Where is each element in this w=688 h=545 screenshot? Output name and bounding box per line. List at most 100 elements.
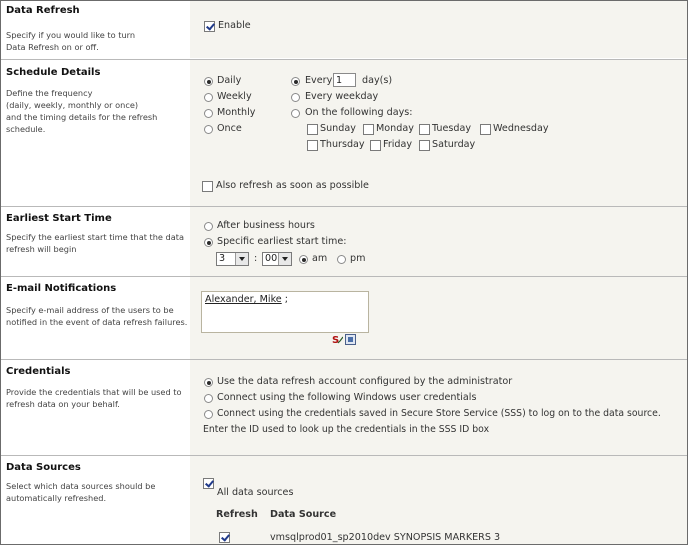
every-weekday-radio[interactable] — [291, 93, 300, 102]
email-desc-1: Specify e-mail address of the users to b… — [6, 305, 174, 315]
after-hours-radio[interactable] — [204, 222, 213, 231]
frequency-daily-radio[interactable] — [204, 77, 213, 86]
data-refresh-desc-2: Data Refresh on or off. — [6, 42, 99, 52]
schedule-desc-2: (daily, weekly, monthly or once) — [6, 100, 139, 110]
data-refresh-controls: Enable — [190, 1, 687, 58]
schedule-desc-1: Define the frequency — [6, 88, 93, 98]
frequency-monthly-label: Monthly — [217, 107, 256, 118]
minute-chevron-down-icon — [278, 253, 291, 265]
refresh-column-header: Refresh — [216, 509, 258, 520]
section-data-refresh: Data Refresh Specify if you would like t… — [1, 1, 687, 58]
tuesday-label: Tuesday — [432, 123, 472, 134]
enable-checkbox[interactable] — [204, 21, 215, 32]
credential-admin-account-label: Use the data refresh account configured … — [217, 376, 513, 387]
saturday-checkbox[interactable] — [419, 140, 430, 151]
specific-time-label: Specific earliest start time: — [217, 236, 347, 247]
minute-select[interactable]: 00 — [262, 252, 292, 266]
schedule-desc-3: and the timing details for the refresh — [6, 112, 158, 122]
credentials-controls: Use the data refresh account configured … — [190, 360, 687, 455]
credential-sss-radio[interactable] — [204, 410, 213, 419]
schedule-controls: Daily Weekly Monthly Once Every 1 day(s)… — [190, 60, 687, 206]
time-colon: : — [254, 253, 258, 264]
data-sources-title: Data Sources — [6, 462, 81, 473]
every-weekday-label: Every weekday — [305, 91, 379, 102]
section-schedule-details: Schedule Details Define the frequency (d… — [1, 59, 687, 206]
browse-address-book-icon[interactable] — [345, 334, 356, 345]
credentials-desc-2: refresh data on your behalf. — [6, 399, 120, 409]
email-desc-2: notified in the event of data refresh fa… — [6, 317, 188, 327]
monday-checkbox[interactable] — [363, 124, 374, 135]
specific-time-radio[interactable] — [204, 238, 213, 247]
people-picker-input[interactable]: Alexander, Mike ; — [201, 291, 369, 333]
credential-windows-user-label: Connect using the following Windows user… — [217, 392, 477, 403]
data-sources-info: Data Sources Select which data sources s… — [1, 456, 190, 544]
pm-label: pm — [350, 253, 366, 264]
schedule-desc-4: schedule. — [6, 124, 46, 134]
section-email-notifications: E-mail Notifications Specify e-mail addr… — [1, 276, 687, 359]
all-data-sources-label: All data sources — [217, 487, 294, 498]
frequency-once-radio[interactable] — [204, 125, 213, 134]
saturday-label: Saturday — [432, 139, 476, 150]
email-panel: Alexander, Mike ; S — [190, 277, 687, 359]
start-time-controls: After business hours Specific earliest s… — [190, 207, 687, 276]
start-time-title: Earliest Start Time — [6, 213, 112, 224]
schedule-info: Schedule Details Define the frequency (d… — [1, 60, 190, 206]
data-source-column-header: Data Source — [270, 509, 337, 520]
tuesday-checkbox[interactable] — [419, 124, 430, 135]
hour-select[interactable]: 3 — [216, 252, 249, 266]
every-days-input[interactable]: 1 — [333, 73, 356, 87]
data-refresh-settings-page: Data Refresh Specify if you would like t… — [0, 0, 688, 545]
schedule-title: Schedule Details — [6, 67, 101, 78]
pm-radio[interactable] — [337, 255, 346, 264]
section-earliest-start-time: Earliest Start Time Specify the earliest… — [1, 206, 687, 276]
hour-value: 3 — [219, 253, 226, 264]
enable-label: Enable — [218, 20, 251, 31]
thursday-checkbox[interactable] — [307, 140, 318, 151]
following-days-radio[interactable] — [291, 109, 300, 118]
am-label: am — [312, 253, 328, 264]
thursday-label: Thursday — [320, 139, 365, 150]
data-refresh-info: Data Refresh Specify if you would like t… — [1, 1, 190, 58]
data-source-row-checkbox[interactable] — [219, 532, 230, 543]
after-hours-label: After business hours — [217, 220, 315, 231]
start-time-info: Earliest Start Time Specify the earliest… — [1, 207, 190, 276]
following-days-label: On the following days: — [305, 107, 413, 118]
frequency-weekly-radio[interactable] — [204, 93, 213, 102]
credential-admin-account-radio[interactable] — [204, 378, 213, 387]
minute-value: 00 — [265, 253, 278, 264]
svg-text:S: S — [332, 335, 339, 345]
section-data-sources: Data Sources Select which data sources s… — [1, 455, 687, 544]
credentials-title: Credentials — [6, 366, 71, 377]
start-time-desc-1: Specify the earliest start time that the… — [6, 232, 185, 242]
credentials-info: Credentials Provide the credentials that… — [1, 360, 190, 455]
every-label: Every — [305, 75, 333, 86]
frequency-weekly-label: Weekly — [217, 91, 252, 102]
email-title: E-mail Notifications — [6, 283, 117, 294]
credentials-desc-1: Provide the credentials that will be use… — [6, 387, 182, 397]
wednesday-checkbox[interactable] — [480, 124, 491, 135]
person-entry[interactable]: Alexander, Mike — [205, 294, 282, 305]
also-refresh-label: Also refresh as soon as possible — [216, 180, 369, 191]
sss-id-note: Enter the ID used to look up the credent… — [203, 424, 490, 435]
data-source-row-name: vmsqlprod01_sp2010dev SYNOPSIS MARKERS 3 — [270, 532, 501, 543]
also-refresh-checkbox[interactable] — [202, 181, 213, 192]
every-n-days-radio[interactable] — [291, 77, 300, 86]
section-credentials: Credentials Provide the credentials that… — [1, 359, 687, 455]
email-info: E-mail Notifications Specify e-mail addr… — [1, 277, 190, 359]
frequency-daily-label: Daily — [217, 75, 242, 86]
check-names-icon[interactable]: S — [332, 334, 343, 345]
friday-label: Friday — [383, 139, 413, 150]
data-sources-controls: All data sources Refresh Data Source vms… — [190, 456, 687, 544]
days-suffix-label: day(s) — [362, 75, 393, 86]
wednesday-label: Wednesday — [493, 123, 549, 134]
person-separator: ; — [284, 294, 288, 305]
credential-windows-user-radio[interactable] — [204, 394, 213, 403]
am-radio[interactable] — [299, 255, 308, 264]
frequency-monthly-radio[interactable] — [204, 109, 213, 118]
data-sources-desc-2: automatically refreshed. — [6, 493, 107, 503]
all-data-sources-checkbox[interactable] — [203, 478, 214, 489]
sunday-label: Sunday — [320, 123, 356, 134]
people-picker-value: Alexander, Mike ; — [205, 294, 288, 305]
friday-checkbox[interactable] — [370, 140, 381, 151]
sunday-checkbox[interactable] — [307, 124, 318, 135]
